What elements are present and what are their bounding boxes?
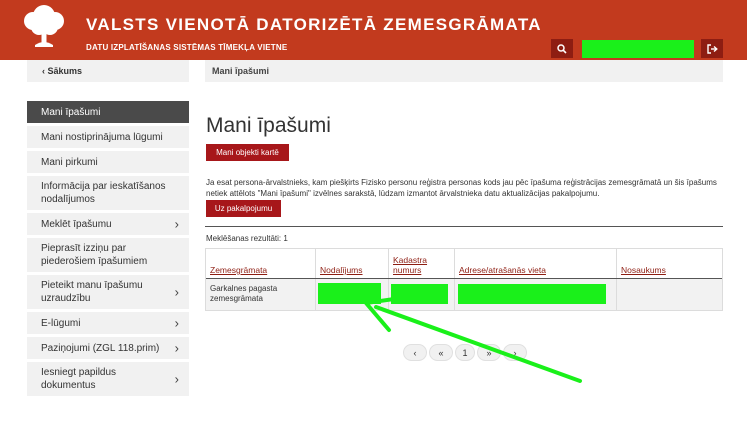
sidebar-item-label: Paziņojumi (ZGL 118.prim) [41,342,160,354]
nodalijums-redacted [318,283,381,304]
chevron-right-icon: › [174,284,179,300]
go-to-service-button[interactable]: Uz pakalpojumu [206,200,281,217]
double-chevron-right-icon: » [486,347,492,358]
sidebar-item-pazinojumi[interactable]: Paziņojumi (ZGL 118.prim) › [27,337,189,359]
site-subtitle: DATU IZPLATĪŠANAS SISTĒMAS TĪMEKĻA VIETN… [86,43,288,52]
pagination-next-button[interactable]: › [503,344,527,361]
cell-zemesgramata: Garkalnes pagasta zemesgrāmata [206,279,316,310]
adrese-redacted [458,284,606,304]
chevron-right-icon: › [174,371,179,387]
search-button[interactable] [551,39,573,58]
chevron-right-icon: › [174,340,179,356]
site-header: VALSTS VIENOTĀ DATORIZĒTĀ ZEMESGRĀMATA D… [0,0,747,60]
sidebar-item-papildus-dokumenti[interactable]: Iesniegt papildus dokumentus › [27,362,189,396]
double-chevron-left-icon: « [438,347,444,358]
sidebar-item-label: Pieteikt manu īpašumu uzraudzību [41,280,143,304]
search-icon [557,43,567,54]
sidebar-item-label: Mani pirkumi [41,156,98,168]
oak-tree-logo-icon[interactable] [22,3,66,49]
sidebar-item-label: Informācija par ieskatīšanos nodalījumos [41,181,166,205]
chevron-right-icon: › [513,347,517,358]
cell-nodalijums[interactable] [316,279,389,310]
pagination-first-button[interactable]: « [429,344,453,361]
divider [205,226,723,227]
site-title: VALSTS VIENOTĀ DATORIZĒTĀ ZEMESGRĀMATA [86,15,542,34]
foreigner-info-text: Ja esat persona-ārvalstnieks, kam piešķi… [206,178,717,198]
map-objects-button[interactable]: Mani objekti kartē [206,144,289,161]
sidebar-item-label: Mani īpašumi [41,106,101,118]
column-header-nosaukums[interactable]: Nosaukums [617,249,722,278]
sidebar-item-nostiprinajuma-lugumi[interactable]: Mani nostiprinājuma lūgumi [27,126,189,148]
properties-table: Zemesgrāmata Nodalījums Kadastra numurs … [205,248,723,311]
pagination-prev-button[interactable]: ‹ [403,344,427,361]
sidebar-menu: Mani īpašumi Mani nostiprinājuma lūgumi … [27,101,189,399]
user-name-redacted[interactable] [582,40,694,58]
column-header-kadastra-numurs[interactable]: Kadastra numurs [389,249,455,278]
sidebar-item-label: Iesniegt papildus dokumentus [41,367,117,391]
column-header-adrese[interactable]: Adrese/atrašanās vieta [455,249,617,278]
pagination-last-button[interactable]: » [477,344,501,361]
breadcrumb: Mani īpašumi [205,60,723,82]
cell-kadastra-numurs [389,279,455,310]
page-title: Mani īpašumi [206,114,331,137]
column-header-nodalijums[interactable]: Nodalījums [316,249,389,278]
kadastra-numurs-redacted [391,284,448,304]
sidebar-item-label: Mani nostiprinājuma lūgumi [41,131,163,143]
sidebar-item-mani-ipasumi[interactable]: Mani īpašumi [27,101,189,123]
logout-button[interactable] [701,39,723,58]
back-to-home-link[interactable]: ‹ Sākums [27,60,189,82]
sidebar-item-label: Pieprasīt izziņu par piederošiem īpašumi… [41,243,148,267]
sidebar-item-ieskatisanas-info[interactable]: Informācija par ieskatīšanos nodalījumos [27,176,189,210]
cell-nosaukums [617,279,722,310]
results-count: Meklēšanas rezultāti: 1 [206,234,288,243]
sidebar-item-e-lugumi[interactable]: E-lūgumi › [27,312,189,334]
sidebar-item-pirkumi[interactable]: Mani pirkumi [27,151,189,173]
column-header-zemesgramata[interactable]: Zemesgrāmata [206,249,316,278]
sidebar-item-pieprasit-izzinu[interactable]: Pieprasīt izziņu par piederošiem īpašumi… [27,238,189,272]
chevron-right-icon: › [174,216,179,232]
chevron-left-icon: ‹ [42,66,45,76]
chevron-right-icon: › [174,315,179,331]
pagination-page-button[interactable]: 1 [455,344,475,361]
logout-icon [706,43,718,54]
table-row[interactable]: Garkalnes pagasta zemesgrāmata [206,279,722,310]
sidebar-item-label: E-lūgumi [41,317,81,329]
sidebar-item-label: Meklēt īpašumu [41,218,112,230]
sidebar-item-uzraudziba[interactable]: Pieteikt manu īpašumu uzraudzību › [27,275,189,309]
back-label: Sākums [47,66,83,76]
cell-adrese [455,279,617,310]
sidebar-item-meklet-ipasumu[interactable]: Meklēt īpašumu › [27,213,189,235]
chevron-left-icon: ‹ [413,347,417,358]
breadcrumb-current: Mani īpašumi [212,66,270,76]
